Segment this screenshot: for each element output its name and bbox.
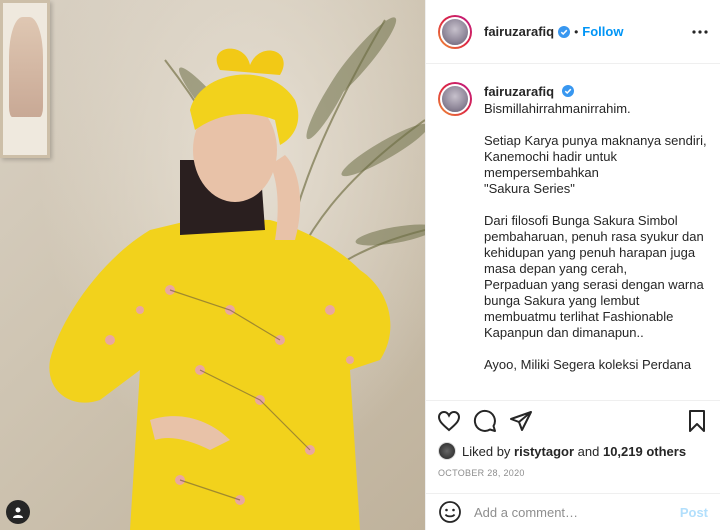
post-image[interactable] — [0, 0, 425, 530]
caption-username[interactable]: fairuzarafiq — [484, 84, 708, 100]
likes-others[interactable]: 10,219 others — [603, 444, 686, 459]
header-separator: • — [574, 24, 579, 39]
comment-icon[interactable] — [472, 408, 498, 434]
author-username[interactable]: fairuzarafiq — [484, 24, 554, 39]
emoji-icon[interactable] — [438, 500, 462, 524]
author-avatar[interactable] — [438, 14, 472, 49]
action-bar — [426, 400, 720, 440]
caption-avatar[interactable] — [438, 82, 472, 116]
model-figure — [49, 48, 391, 530]
likes-prefix: Liked by — [462, 443, 511, 459]
verified-icon — [561, 85, 574, 97]
liker-avatar[interactable] — [438, 442, 456, 460]
post-details-panel: fairuzarafiq • Follow fairuzarafiq Bismi… — [425, 0, 720, 530]
comment-input[interactable] — [474, 504, 672, 520]
more-options-icon[interactable] — [690, 22, 710, 42]
post-comment-button[interactable]: Post — [680, 505, 708, 520]
comment-bar: Post — [426, 493, 720, 530]
bookmark-icon[interactable] — [684, 408, 710, 434]
post-header: fairuzarafiq • Follow — [426, 0, 720, 64]
tagged-profile-icon[interactable] — [6, 500, 30, 524]
liker-username[interactable]: ristytagor — [514, 444, 574, 459]
caption-text: Bismillahirrahmanirrahim. Setiap Karya p… — [484, 101, 707, 372]
share-icon[interactable] — [508, 408, 534, 434]
post-caption: fairuzarafiq Bismillahirrahmanirrahim. S… — [426, 64, 720, 400]
follow-button[interactable]: Follow — [582, 24, 623, 39]
heart-icon[interactable] — [436, 408, 462, 434]
verified-icon — [558, 25, 571, 38]
likes-summary: Liked by ristytagor and 10,219 others — [438, 440, 708, 462]
likes-conjunction: and — [577, 443, 600, 459]
post-date[interactable]: OCTOBER 28, 2020 — [438, 468, 525, 478]
